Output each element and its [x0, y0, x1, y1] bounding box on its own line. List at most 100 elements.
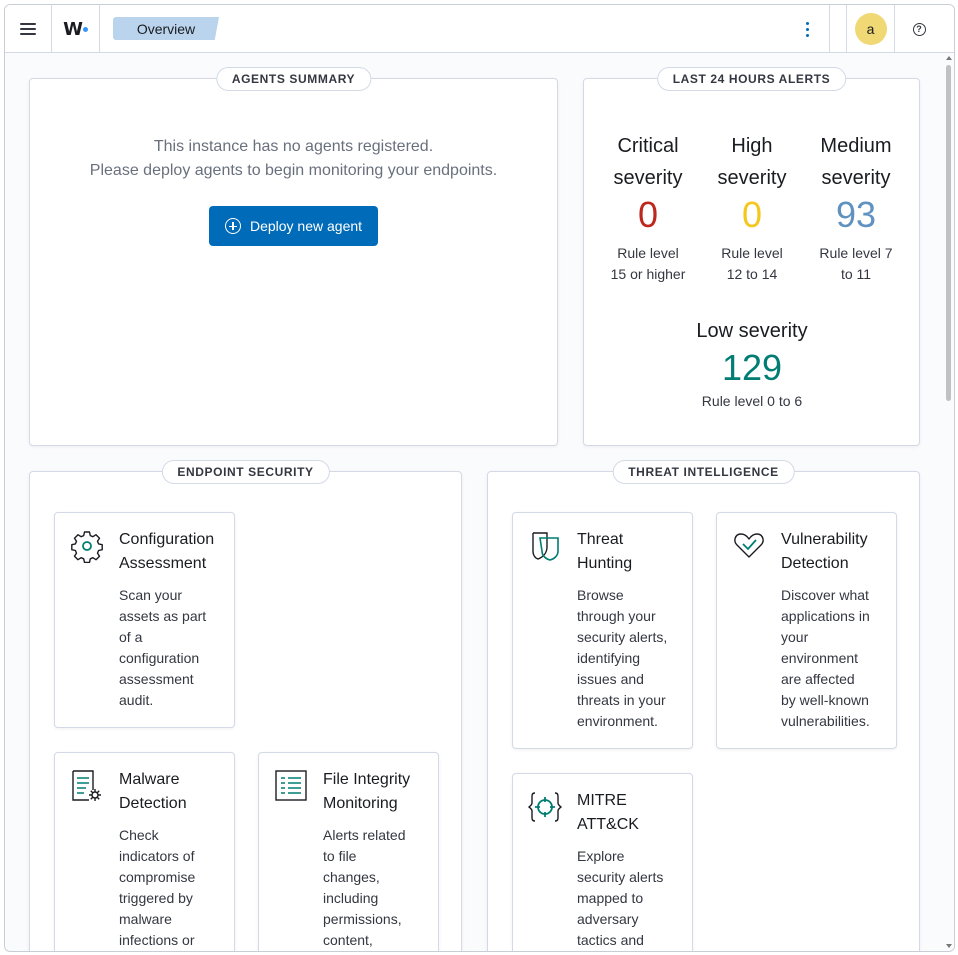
module-title-line-2: Detection [119, 795, 187, 812]
module-title-line-1: Threat [577, 531, 624, 548]
high-rule-level: Rule level 12 to 14 [700, 243, 804, 285]
critical-label-line-1: Critical [617, 135, 679, 157]
more-options-button[interactable] [786, 5, 830, 53]
desc-line: threats in your [577, 692, 666, 708]
high-level-line-2: 12 to 14 [726, 266, 778, 282]
critical-label-line-2: severity [613, 167, 683, 189]
desc-line: including [323, 890, 379, 906]
high-level-line-1: Rule level [721, 245, 783, 261]
desc-line: are affected [781, 671, 855, 687]
logo: W [63, 18, 83, 40]
medium-level-line-2: to 11 [840, 266, 872, 282]
critical-level-line-1: Rule level [617, 245, 679, 261]
home-logo-link[interactable]: W [52, 5, 100, 53]
module-title-line-2: ATT&CK [577, 816, 639, 833]
desc-line: vulnerabilities. [781, 713, 870, 729]
menu-toggle-button[interactable] [5, 5, 52, 53]
critical-rule-level: Rule level 15 or higher [596, 243, 700, 285]
module-title-line-2: Hunting [577, 555, 633, 572]
medium-label-line-2: severity [821, 167, 891, 189]
medium-level-line-1: Rule level 7 [819, 245, 893, 261]
desc-line: mapped to [577, 890, 644, 906]
document-gear-icon [72, 770, 101, 801]
low-label: Low severity [696, 320, 808, 342]
module-card-file-integrity-monitoring[interactable]: File Integrity Monitoring Alerts related… [258, 752, 439, 951]
desc-line: malware [119, 911, 172, 927]
page-scrollbar[interactable] [944, 53, 954, 951]
desc-line: assets as part [119, 608, 207, 624]
module-title-line-2: Assessment [119, 555, 207, 572]
user-menu-button[interactable]: a [846, 5, 895, 53]
critical-count[interactable]: 0 [596, 193, 700, 237]
module-title: File Integrity Monitoring [323, 768, 433, 816]
module-title-line-1: Vulnerability [781, 531, 868, 548]
top-header: W Overview a ? [5, 5, 954, 53]
deploy-new-agent-button[interactable]: Deploy new agent [209, 206, 378, 246]
desc-line: Scan your [119, 587, 183, 603]
no-agents-line-2: Please deploy agents to begin monitoring… [89, 162, 498, 179]
desc-line: issues and [577, 671, 644, 687]
medium-rule-level: Rule level 7 to 11 [804, 243, 908, 285]
desc-line: environment [781, 650, 859, 666]
agents-summary-title: AGENTS SUMMARY [215, 67, 372, 91]
desc-line: Explore [577, 848, 625, 864]
threat-intelligence-panel: THREAT INTELLIGENCE Threat Hunting Brows… [487, 460, 920, 951]
desc-line: indicators of [119, 848, 195, 864]
module-title-line-1: Configuration [119, 531, 215, 548]
desc-line: security alerts, [577, 629, 668, 645]
desc-line: triggered by [119, 890, 193, 906]
desc-line: by well-known [781, 692, 869, 708]
module-card-configuration-assessment[interactable]: Configuration Assessment Scan your asset… [54, 512, 235, 728]
desc-line: infections or [119, 932, 195, 948]
desc-line: environment. [577, 713, 658, 729]
low-severity-stat[interactable]: Low severity 129 Rule level 0 to 6 [668, 315, 836, 412]
module-description: Browse through your security alerts, ide… [577, 585, 681, 732]
desc-line: applications in [781, 608, 870, 624]
high-count[interactable]: 0 [700, 193, 804, 237]
module-title-line-1: File Integrity [323, 771, 411, 788]
module-description: Explore security alerts mapped to advers… [577, 846, 681, 951]
target-icon [528, 792, 562, 822]
help-button[interactable]: ? [895, 5, 943, 53]
desc-line: adversary [577, 911, 639, 927]
desc-line: identifying [577, 650, 641, 666]
desc-line: your [781, 629, 809, 645]
module-title-line-2: Monitoring [323, 795, 398, 812]
scroll-up-arrow-icon[interactable] [946, 56, 952, 60]
gear-icon [71, 531, 103, 563]
desc-line: security alerts [577, 869, 664, 885]
low-count[interactable]: 129 [668, 346, 836, 390]
breadcrumb-overview[interactable]: Overview [113, 17, 219, 40]
critical-label: Critical severity [596, 130, 700, 194]
desc-line: through your [577, 608, 656, 624]
module-title: Malware Detection [119, 768, 229, 816]
high-severity-stat[interactable]: High severity 0 Rule level 12 to 14 [700, 130, 804, 285]
module-title: Vulnerability Detection [781, 528, 891, 576]
module-title-line-2: Detection [781, 555, 849, 572]
module-title: Configuration Assessment [119, 528, 229, 576]
help-icon: ? [912, 22, 926, 36]
deploy-new-agent-label: Deploy new agent [249, 218, 363, 234]
low-rule-level: Rule level 0 to 6 [701, 393, 803, 409]
desc-line: configuration [119, 650, 200, 666]
module-description: Discover what applications in your envir… [781, 585, 889, 732]
list-document-icon [275, 770, 307, 801]
high-label-line-2: severity [717, 167, 787, 189]
critical-level-line-2: 15 or higher [610, 266, 686, 282]
no-agents-message: This instance has no agents registered. … [30, 135, 557, 183]
module-card-mitre-attack[interactable]: MITRE ATT&CK Explore security alerts map… [512, 773, 693, 951]
module-card-malware-detection[interactable]: Malware Detection Check indicators of co… [54, 752, 235, 951]
high-label: High severity [700, 130, 804, 194]
agents-summary-panel: AGENTS SUMMARY This instance has no agen… [29, 67, 558, 446]
critical-severity-stat[interactable]: Critical severity 0 Rule level 15 or hig… [596, 130, 700, 285]
desc-line: Alerts related [323, 827, 406, 843]
module-card-threat-hunting[interactable]: Threat Hunting Browse through your secur… [512, 512, 693, 749]
medium-count[interactable]: 93 [804, 193, 908, 237]
hamburger-icon [20, 23, 36, 35]
scroll-down-arrow-icon[interactable] [946, 944, 952, 948]
desc-line: of a [119, 629, 143, 645]
module-card-vulnerability-detection[interactable]: Vulnerability Detection Discover what ap… [716, 512, 897, 749]
medium-severity-stat[interactable]: Medium severity 93 Rule level 7 to 11 [804, 130, 908, 285]
scrollbar-thumb[interactable] [946, 65, 951, 401]
module-title: Threat Hunting [577, 528, 687, 576]
